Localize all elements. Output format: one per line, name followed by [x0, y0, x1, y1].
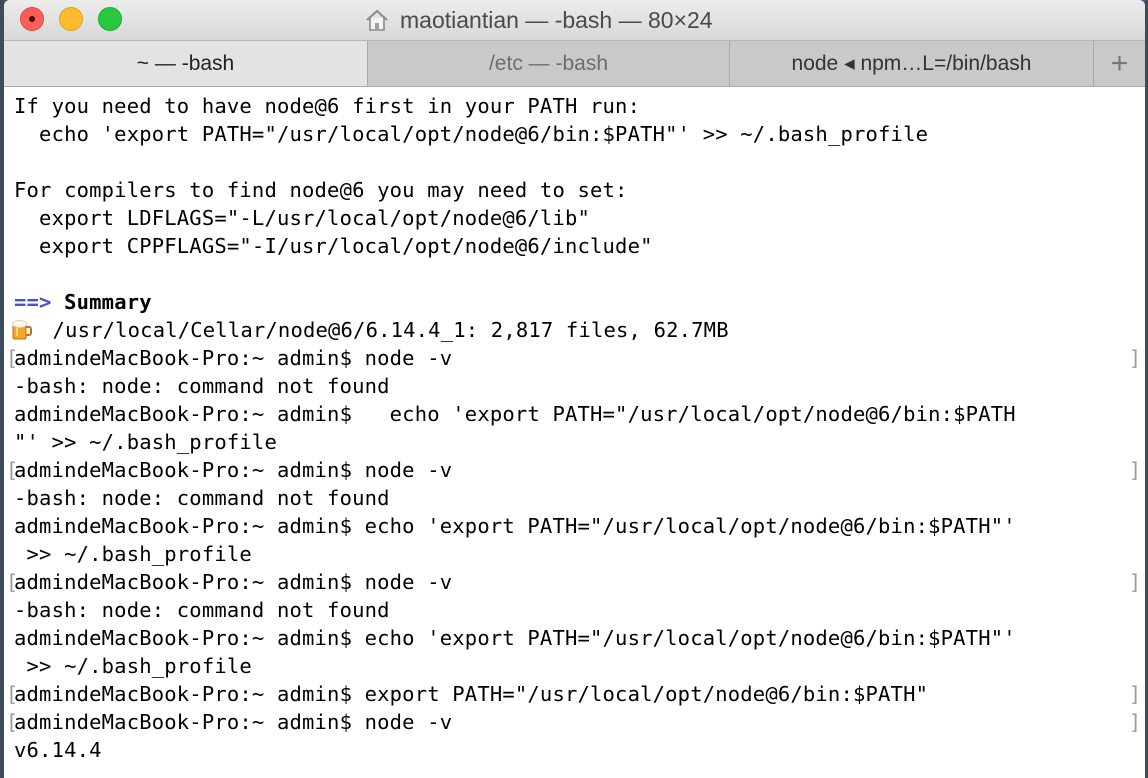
terminal-window: maotiantian — -bash — 80×24 ~ — -bash /e…: [4, 0, 1145, 778]
summary-arrow: ==>: [14, 290, 52, 314]
terminal-line: export LDFLAGS="-L/usr/local/opt/node@6/…: [14, 206, 591, 230]
cellar-text: /usr/local/Cellar/node@6/6.14.4_1: 2,817…: [40, 318, 729, 342]
new-tab-button[interactable]: +: [1094, 41, 1145, 86]
terminal-line: echo 'export PATH="/usr/local/opt/node@6…: [14, 122, 929, 146]
window-title: maotiantian — -bash — 80×24: [364, 5, 713, 35]
terminal-line: >> ~/.bash_profile: [14, 654, 252, 678]
terminal-line: admindeMacBook-Pro:~ admin$ node -v: [14, 570, 453, 594]
terminal-line: If you need to have node@6 first in your…: [14, 94, 641, 118]
mark-bracket-right: ]: [1128, 710, 1141, 734]
terminal-line: admindeMacBook-Pro:~ admin$ node -v: [14, 346, 453, 370]
window-title-text: maotiantian — -bash — 80×24: [400, 6, 713, 33]
beer-mug-icon: [10, 317, 34, 341]
terminal-line: v6.14.4: [14, 738, 102, 762]
close-button[interactable]: [20, 7, 44, 31]
terminal-line: admindeMacBook-Pro:~ admin$ echo 'export…: [14, 514, 1016, 538]
mark-bracket-right: ]: [1128, 346, 1141, 370]
terminal-line: -bash: node: command not found: [14, 374, 390, 398]
terminal-line: admindeMacBook-Pro:~ admin$ node -v: [14, 710, 453, 734]
mark-bracket-right: ]: [1128, 570, 1141, 594]
tab-node-npm[interactable]: node ◂ npm…L=/bin/bash: [730, 41, 1094, 86]
title-bar[interactable]: maotiantian — -bash — 80×24: [4, 0, 1145, 41]
summary-line: ==> Summary: [14, 288, 152, 316]
tab-home-bash[interactable]: ~ — -bash: [4, 41, 368, 86]
terminal-line: "' >> ~/.bash_profile: [14, 430, 277, 454]
minimize-button[interactable]: [59, 7, 83, 31]
terminal-line: For compilers to find node@6 you may nee…: [14, 178, 628, 202]
terminal-line: >> ~/.bash_profile: [14, 542, 252, 566]
terminal-line: admindeMacBook-Pro:~ admin$ echo 'export…: [14, 402, 1016, 426]
terminal-line: -bash: node: command not found: [14, 486, 390, 510]
terminal-line: admindeMacBook-Pro:~ admin$ export PATH=…: [14, 682, 929, 706]
mark-bracket-right: ]: [1128, 682, 1141, 706]
summary-label: Summary: [64, 290, 152, 314]
tab-bar: ~ — -bash /etc — -bash node ◂ npm…L=/bin…: [4, 41, 1145, 87]
mark-bracket-right: ]: [1128, 458, 1141, 482]
terminal-content[interactable]: If you need to have node@6 first in your…: [4, 87, 1145, 778]
tab-etc-bash[interactable]: /etc — -bash: [368, 41, 730, 86]
terminal-line: -bash: node: command not found: [14, 598, 390, 622]
home-icon: [364, 7, 390, 33]
zoom-button[interactable]: [98, 7, 122, 31]
terminal-line: admindeMacBook-Pro:~ admin$ echo 'export…: [14, 626, 1016, 650]
terminal-line: export CPPFLAGS="-I/usr/local/opt/node@6…: [14, 234, 653, 258]
terminal-line: admindeMacBook-Pro:~ admin$ node -v: [14, 458, 453, 482]
cellar-line: /usr/local/Cellar/node@6/6.14.4_1: 2,817…: [10, 316, 729, 344]
